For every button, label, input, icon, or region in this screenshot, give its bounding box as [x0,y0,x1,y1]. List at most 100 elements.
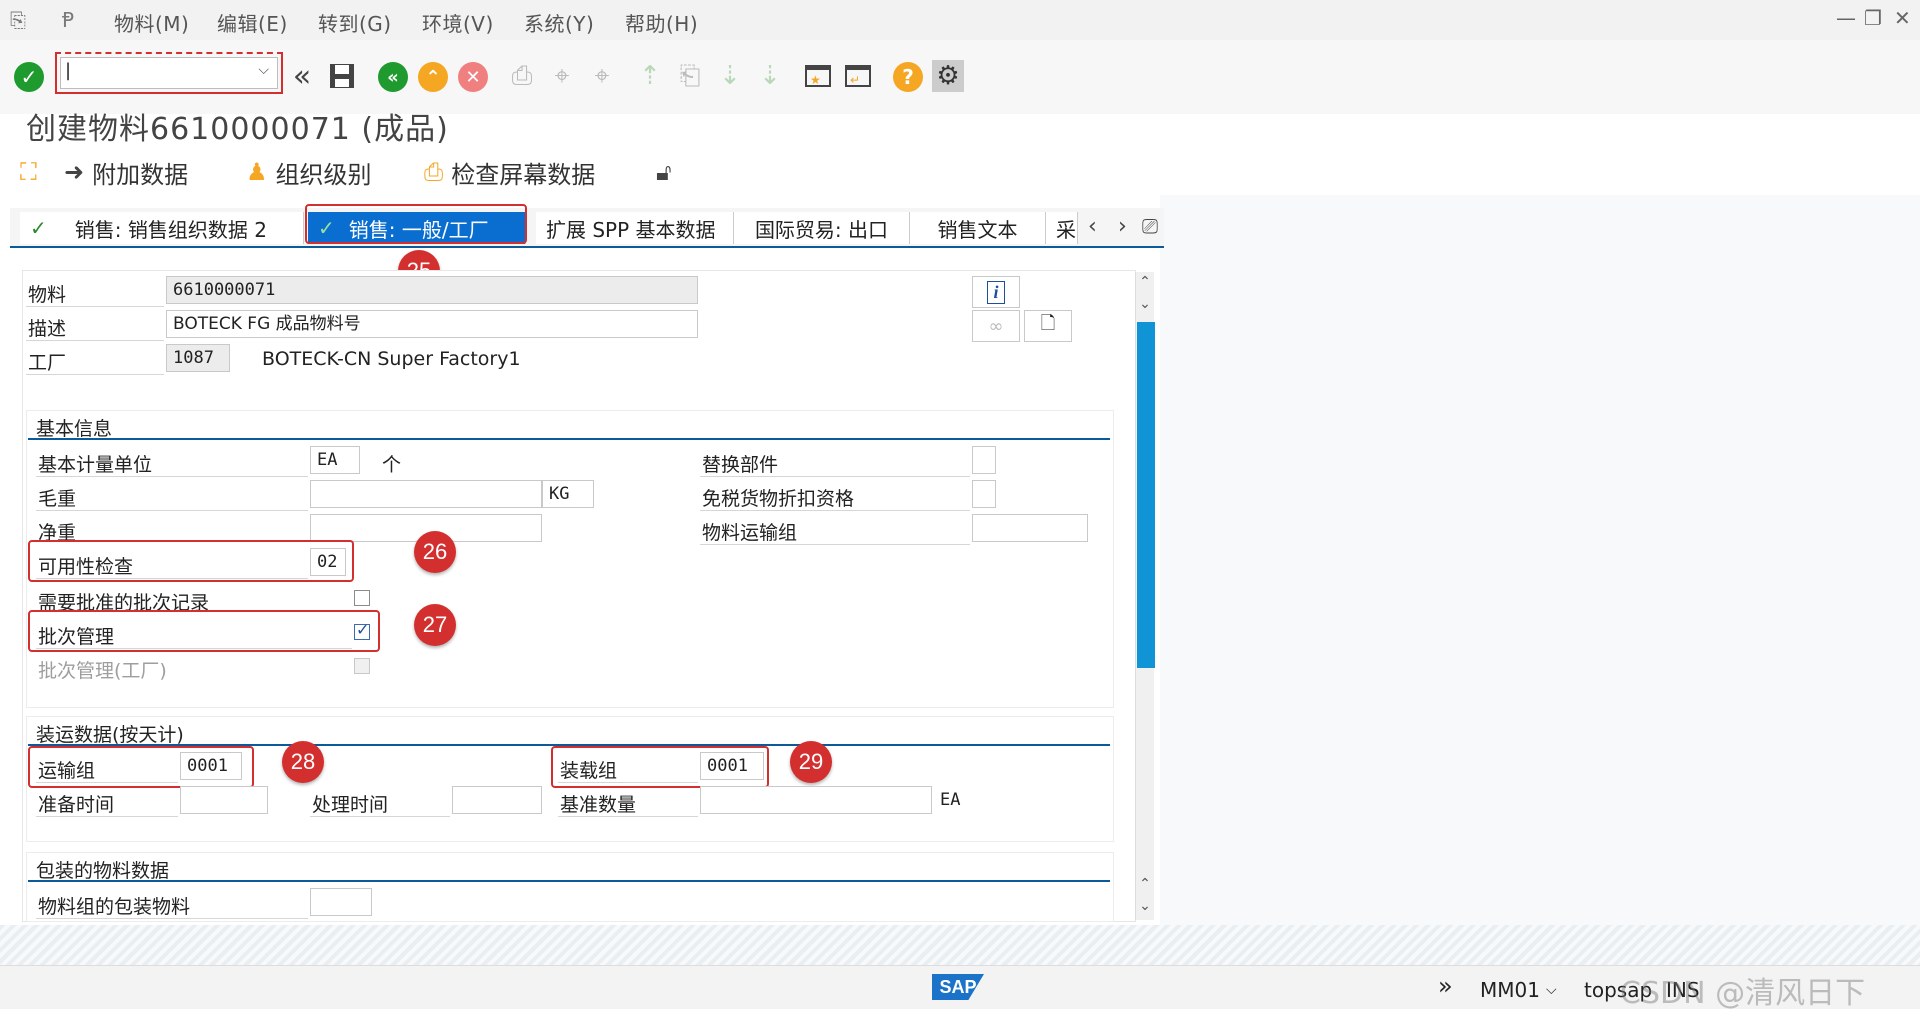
base-uom-field[interactable]: EA [310,446,360,474]
tab-strip: ✓ 销售: 销售组织数据 2 ✓ 销售: 一般/工厂 扩展 SPP 基本数据 国… [10,208,1164,248]
shipping-title: 装运数据(按天计) [36,724,184,746]
chevron-down-icon[interactable]: ⌵ [1546,982,1557,998]
app-toolbar-icon-button[interactable]: ⛶ [20,154,37,190]
glasses-icon: ∞ [988,315,1004,337]
scroll-down-icon[interactable]: ⌄ [1136,898,1154,914]
previous-page-icon[interactable]: ⎗ [674,60,706,92]
lock-button[interactable]: 🔓︎ [656,154,672,190]
group-divider [28,880,1110,882]
page-title: 创建物料6610000071 (成品) [26,112,449,147]
menu-edit[interactable]: 编辑(E) [217,8,288,37]
row-divider [558,816,698,817]
tab-sales-text[interactable]: 销售文本 [910,212,1046,244]
tab-prev-icon[interactable]: ‹ [1088,214,1097,239]
additional-data-label: 附加数据 [92,160,189,189]
org-levels-button[interactable]: ♟ 组织级别 [246,154,372,190]
tab-label: 销售文本 [937,217,1018,242]
base-qty-label: 基准数量 [560,794,637,816]
shortcut-icon[interactable]: ↵ [842,60,874,92]
chevron-down-icon[interactable]: ⌵ [258,62,269,78]
enter-check-icon[interactable]: ✓ [14,62,44,92]
description-field[interactable]: BOTECK FG 成品物料号 [166,310,698,338]
status-bar: SAP » MM01 ⌵ topsap INS CSDN @清风日下 [0,965,1920,1011]
scroll-up-icon[interactable]: ⌃ [1136,876,1154,892]
additional-data-button[interactable]: ➜ 附加数据 [64,154,188,190]
find-icon[interactable]: ⌖ [546,60,578,92]
tab-next-icon[interactable]: › [1118,214,1127,239]
command-field[interactable]: | ⌵ [60,57,278,89]
svg-text:★: ★ [810,73,821,87]
callout-badge-26: 26 [414,531,456,573]
back-icon[interactable]: « [378,62,408,92]
close-icon[interactable]: ✕ [1894,6,1911,30]
menu-system[interactable]: 系统(Y) [524,8,594,37]
menu-icon[interactable]: ⎘ [10,8,26,32]
info-button[interactable]: i [972,276,1020,308]
tab-status-icon: ✓ [30,216,47,240]
double-back-icon[interactable]: « [286,59,318,94]
row-divider [36,476,308,477]
menu-help[interactable]: 帮助(H) [625,8,698,37]
status-expand-icon[interactable]: » [1438,972,1453,1000]
exit-icon[interactable]: ⌃ [418,62,448,92]
svg-text:↵: ↵ [850,73,860,87]
base-uom-label: 基本计量单位 [38,454,153,476]
restore-icon[interactable]: ❐ [1864,6,1882,30]
batch-approval-checkbox[interactable] [354,590,370,606]
row-divider [36,510,308,511]
row-divider [36,816,178,817]
menu-material[interactable]: 物料(M) [114,8,189,37]
scroll-down-icon[interactable]: ⌄ [1136,296,1154,312]
display-button[interactable]: ∞ [972,310,1020,342]
print-icon[interactable]: ⎙ [506,60,538,92]
tab-label: 采 [1056,217,1076,242]
cancel-icon[interactable]: ✕ [458,62,488,92]
sap-logo: SAP [932,974,984,1000]
tab-label: 扩展 SPP 基本数据 [546,217,716,242]
org-hierarchy-icon: ♟ [246,158,268,186]
check-screen-data-button[interactable]: ⎙ 检查屏幕数据 [424,154,595,190]
duty-free-label: 免税货物折扣资格 [702,488,855,510]
description-label: 描述 [28,318,67,340]
base-qty-field[interactable] [700,786,932,814]
gross-weight-field[interactable] [310,480,542,508]
proc-time-field[interactable] [452,786,542,814]
highlight-loading-group [551,746,769,788]
minimize-icon[interactable]: — [1836,6,1856,30]
duty-free-field[interactable] [972,480,996,508]
document-button[interactable]: 🗋︎ [1024,310,1072,342]
tab-more[interactable]: 采 [1046,212,1078,244]
highlight-trans-group [28,746,254,788]
setup-time-field[interactable] [180,786,268,814]
save-icon[interactable] [326,60,358,92]
first-page-icon[interactable]: ⇡ [634,60,666,92]
last-page-icon[interactable]: ⇣ [754,60,786,92]
weight-unit-field[interactable]: KG [542,480,594,508]
find-next-icon[interactable]: ⌖ [586,60,618,92]
highlight-tab [305,204,527,244]
create-session-icon[interactable]: ★ [802,60,834,92]
status-tcode[interactable]: MM01 [1480,978,1540,1002]
group-divider [28,438,1110,440]
menu-goto[interactable]: 转到(G) [318,8,392,37]
tab-intl-trade-export[interactable]: 国际贸易: 出口 [734,212,910,244]
org-levels-label: 组织级别 [275,160,372,189]
scroll-thumb[interactable] [1137,322,1155,668]
mat-freight-group-field[interactable] [972,514,1088,542]
help-icon[interactable]: ? [893,62,923,92]
next-page-icon[interactable]: ⇣ [714,60,746,92]
check-screen-data-label: 检查屏幕数据 [451,160,596,189]
replacement-part-field[interactable] [972,446,996,474]
sap-p-icon[interactable]: Ᵽ [62,8,74,32]
menu-environment[interactable]: 环境(V) [422,8,494,37]
tab-extend-spp-basic[interactable]: 扩展 SPP 基本数据 [536,212,734,244]
mat-group-pack-field[interactable] [310,888,372,916]
row-divider [310,816,450,817]
packaging-title: 包装的物料数据 [36,860,170,882]
base-qty-unit: EA [940,790,961,810]
scroll-up-icon[interactable]: ⌃ [1136,274,1154,290]
tab-list-icon[interactable]: ⎚ [1142,214,1158,238]
vertical-scrollbar[interactable]: ⌃ ⌄ ⌃ ⌄ [1135,272,1155,920]
settings-gear-icon[interactable]: ⚙ [932,60,964,92]
tab-sales-org-data-2[interactable]: ✓ 销售: 销售组织数据 2 [20,212,304,244]
